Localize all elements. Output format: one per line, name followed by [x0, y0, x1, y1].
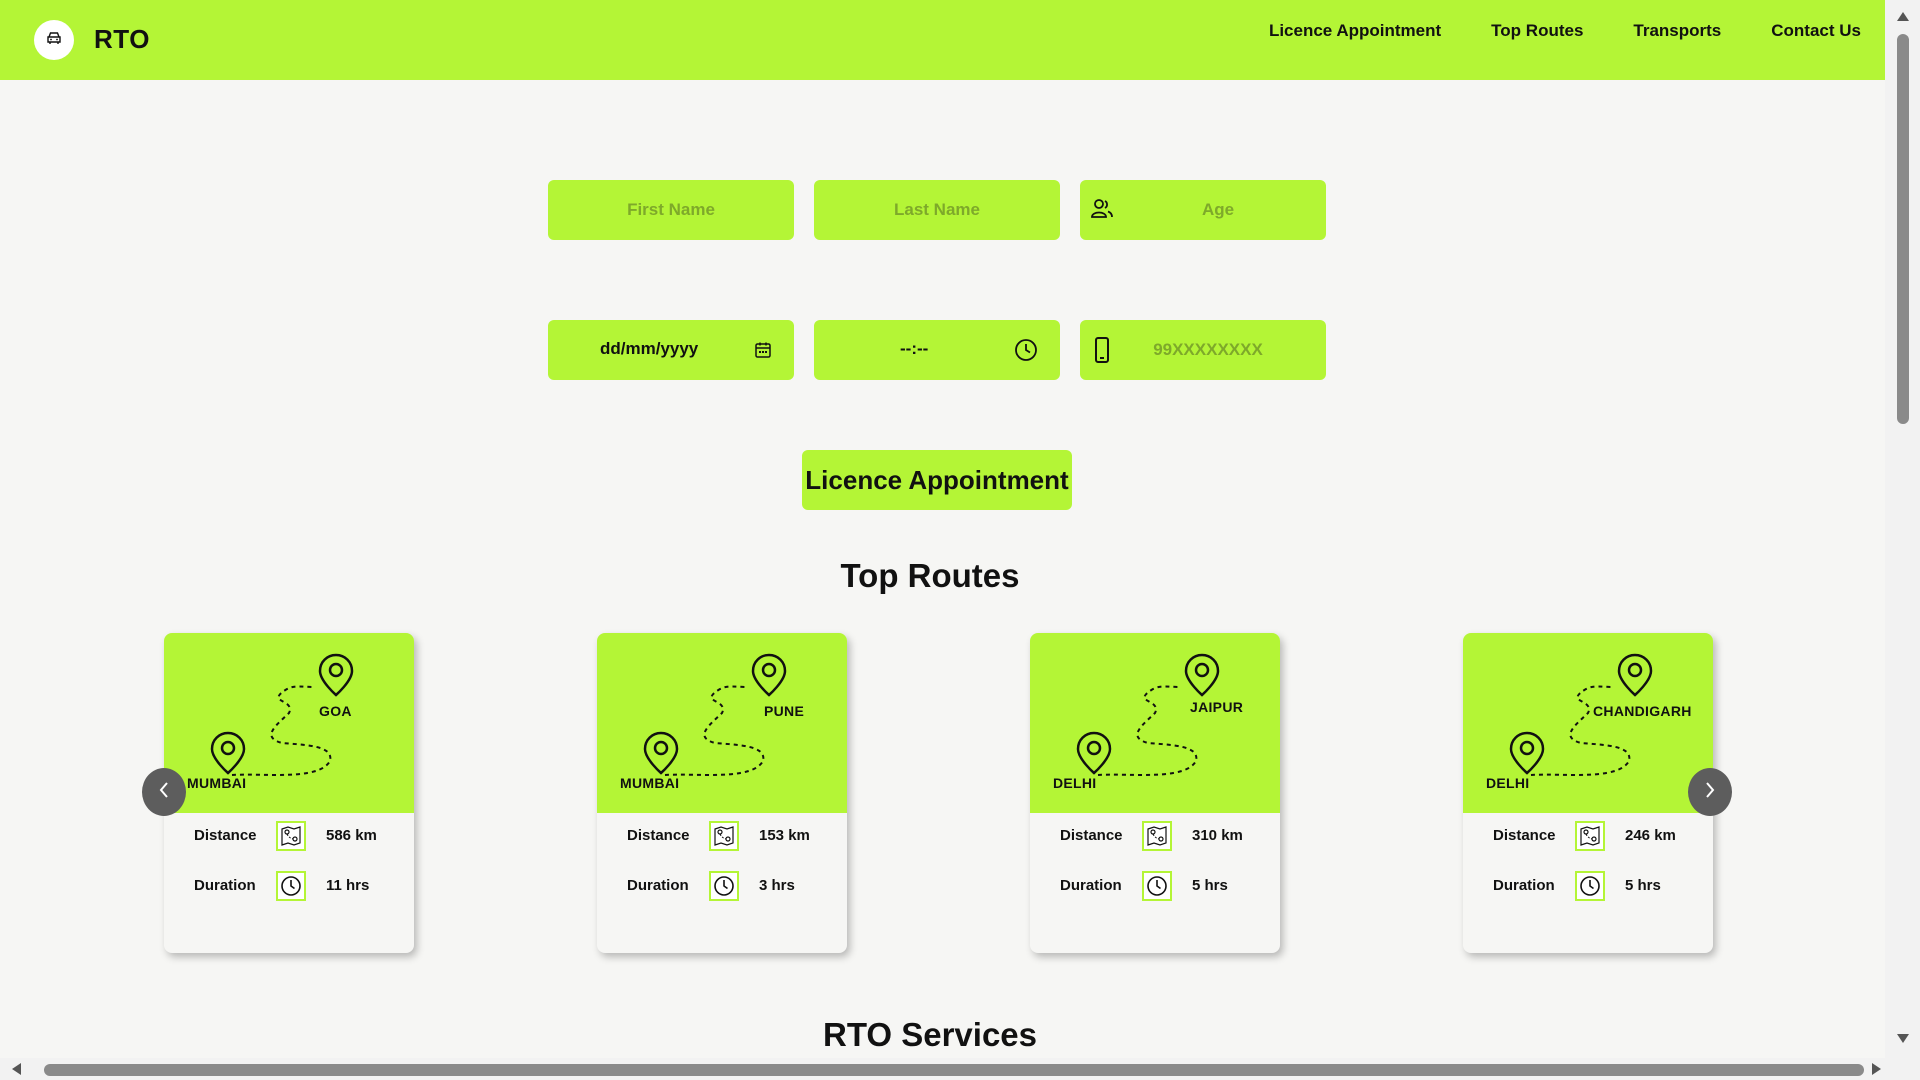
- duration-label: Duration: [627, 877, 689, 894]
- duration-row: Duration 5 hrs: [1463, 871, 1713, 901]
- route-destination: JAIPUR: [1190, 699, 1244, 715]
- age-field: [1080, 180, 1326, 240]
- top-routes-heading: Top Routes: [840, 557, 1020, 594]
- map-icon: [1142, 821, 1172, 851]
- duration-label: Duration: [194, 877, 256, 894]
- duration-label: Duration: [1060, 877, 1122, 894]
- users-icon: [1090, 198, 1114, 220]
- licence-appointment-button[interactable]: Licence Appointment: [802, 450, 1072, 510]
- calendar-icon[interactable]: [754, 341, 772, 359]
- duration-value: 5 hrs: [1192, 877, 1228, 894]
- brand-name[interactable]: RTO: [94, 24, 150, 55]
- route-destination: PUNE: [764, 703, 805, 719]
- phone-icon: [1094, 337, 1110, 363]
- distance-row: Distance 153 km: [597, 821, 847, 851]
- distance-label: Distance: [194, 827, 257, 844]
- time-field[interactable]: --:--: [814, 320, 1060, 380]
- date-value: dd/mm/yyyy: [600, 339, 699, 358]
- distance-value: 153 km: [759, 827, 810, 844]
- route-map-illustration: MUMBAI GOA: [164, 633, 414, 813]
- nav-transports[interactable]: Transports: [1608, 20, 1746, 42]
- route-card[interactable]: DELHI CHANDIGARH Distance 246 km Duration 5 h…: [1463, 633, 1713, 953]
- distance-row: Distance 310 km: [1030, 821, 1280, 851]
- vertical-scroll-thumb[interactable]: [1897, 34, 1909, 424]
- duration-row: Duration 11 hrs: [164, 871, 414, 901]
- last-name-field: [814, 180, 1060, 240]
- clock-icon[interactable]: [1014, 338, 1038, 362]
- nav-contact-us[interactable]: Contact Us: [1746, 20, 1861, 42]
- map-icon: [276, 821, 306, 851]
- phone-field: [1080, 320, 1326, 380]
- vertical-scrollbar[interactable]: [1885, 0, 1920, 1080]
- map-icon: [1575, 821, 1605, 851]
- distance-label: Distance: [1060, 827, 1123, 844]
- distance-value: 310 km: [1192, 827, 1243, 844]
- distance-value: 246 km: [1625, 827, 1676, 844]
- chevron-left-icon: [157, 780, 171, 805]
- scroll-left-icon[interactable]: [12, 1063, 21, 1075]
- scroll-right-icon[interactable]: [1872, 1063, 1881, 1075]
- logo-badge[interactable]: [34, 20, 74, 60]
- duration-value: 11 hrs: [326, 877, 370, 894]
- nav-licence-appointment[interactable]: Licence Appointment: [1244, 20, 1466, 42]
- scroll-down-icon[interactable]: [1897, 1034, 1909, 1043]
- route-card[interactable]: MUMBAI GOA Distance 586 km Duration 11 hrs: [164, 633, 414, 953]
- route-origin: MUMBAI: [187, 775, 247, 791]
- clock-icon: [1142, 871, 1172, 901]
- horizontal-scrollbar[interactable]: [0, 1058, 1885, 1080]
- first-name-field: [548, 180, 794, 240]
- distance-value: 586 km: [326, 827, 377, 844]
- clock-icon: [276, 871, 306, 901]
- main-nav: Licence Appointment Top Routes Transport…: [1244, 20, 1861, 42]
- route-map-illustration: DELHI JAIPUR: [1030, 633, 1280, 813]
- duration-value: 5 hrs: [1625, 877, 1661, 894]
- duration-value: 3 hrs: [759, 877, 795, 894]
- route-destination: GOA: [319, 703, 352, 719]
- carousel-prev-button[interactable]: [142, 768, 186, 816]
- route-origin: MUMBAI: [620, 775, 680, 791]
- route-card[interactable]: MUMBAI PUNE Distance 153 km Duration 3 hrs: [597, 633, 847, 953]
- distance-row: Distance 586 km: [164, 821, 414, 851]
- route-card[interactable]: DELHI JAIPUR Distance 310 km Duration 5 hrs: [1030, 633, 1280, 953]
- clock-icon: [709, 871, 739, 901]
- duration-row: Duration 5 hrs: [1030, 871, 1280, 901]
- first-name-input[interactable]: [548, 200, 794, 220]
- clock-icon: [1575, 871, 1605, 901]
- map-icon: [709, 821, 739, 851]
- chevron-right-icon: [1703, 780, 1717, 805]
- distance-row: Distance 246 km: [1463, 821, 1713, 851]
- car-icon: [46, 31, 62, 50]
- phone-input[interactable]: [1080, 340, 1326, 360]
- carousel-next-button[interactable]: [1688, 768, 1732, 816]
- route-origin: DELHI: [1053, 775, 1097, 791]
- route-destination: CHANDIGARH: [1593, 703, 1692, 719]
- nav-top-routes[interactable]: Top Routes: [1466, 20, 1608, 42]
- time-value: --:--: [900, 339, 929, 358]
- route-map-illustration: MUMBAI PUNE: [597, 633, 847, 813]
- date-field[interactable]: dd/mm/yyyy: [548, 320, 794, 380]
- age-input[interactable]: [1080, 200, 1326, 220]
- duration-row: Duration 3 hrs: [597, 871, 847, 901]
- scroll-up-icon[interactable]: [1897, 12, 1909, 21]
- last-name-input[interactable]: [814, 200, 1060, 220]
- duration-label: Duration: [1493, 877, 1555, 894]
- rto-services-heading: RTO Services: [822, 1016, 1038, 1053]
- top-navbar: RTO Licence Appointment Top Routes Trans…: [0, 0, 1885, 80]
- horizontal-scroll-thumb[interactable]: [44, 1064, 1864, 1076]
- distance-label: Distance: [627, 827, 690, 844]
- route-origin: DELHI: [1486, 775, 1530, 791]
- distance-label: Distance: [1493, 827, 1556, 844]
- route-map-illustration: DELHI CHANDIGARH: [1463, 633, 1713, 813]
